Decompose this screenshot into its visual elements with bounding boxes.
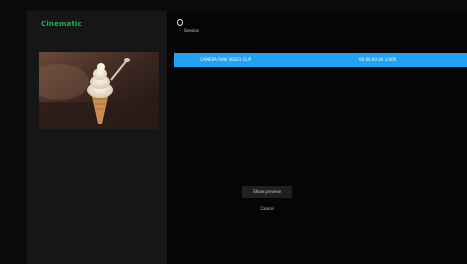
sidebar: Cinematic: [27, 11, 167, 264]
record-icon: [177, 19, 183, 26]
thumbnail-image[interactable]: [39, 52, 159, 129]
row-name: CAMERA RAW VIDEO CLIP: [200, 57, 252, 62]
ice-cream-cone-photo: [39, 52, 159, 129]
list-row-selected[interactable]: CAMERA RAW VIDEO CLIP 00:00:00:00 1/400: [174, 53, 467, 67]
app-title: Cinematic: [41, 20, 82, 28]
row-details: 00:00:00:00 1/400: [359, 57, 397, 62]
menu-item-cancel[interactable]: Cancel: [242, 203, 292, 215]
app-screen: Cinematic Session CAMERA RAW VIDEO CLIP …: [0, 0, 467, 264]
header-title: Session: [184, 28, 200, 33]
menu-item-show-preview[interactable]: Show preview: [242, 186, 292, 198]
main-panel: Session CAMERA RAW VIDEO CLIP 00:00:00:0…: [167, 11, 467, 264]
context-menu: Show preview Cancel: [234, 173, 304, 219]
